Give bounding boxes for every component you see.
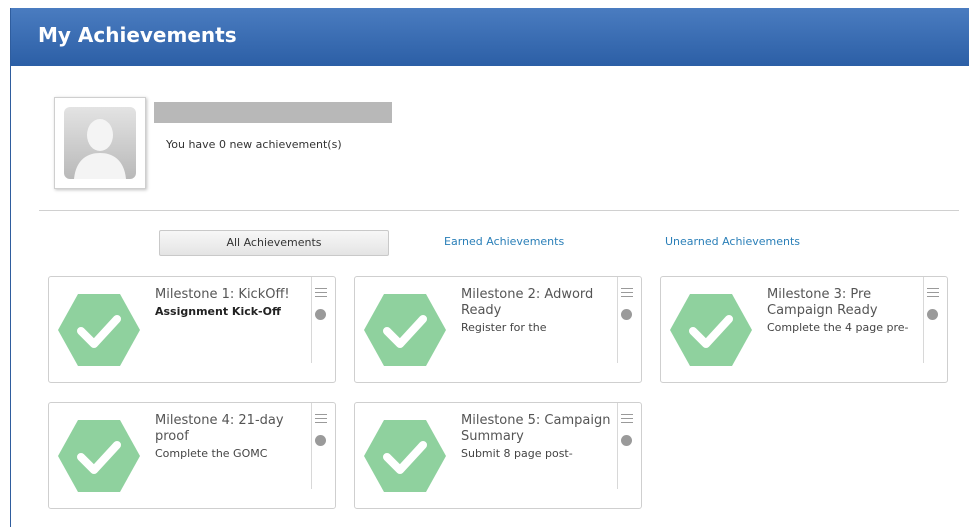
list-icon[interactable] [315, 413, 327, 427]
page-header: My Achievements [11, 8, 969, 66]
card-divider [617, 403, 618, 489]
tab-unearned-achievements[interactable]: Unearned Achievements [665, 230, 800, 254]
list-icon[interactable] [927, 287, 939, 301]
achievement-description: Assignment Kick-Off [155, 305, 281, 318]
achievement-title: Milestone 2: Adword Ready [461, 287, 594, 318]
achievement-card[interactable]: Milestone 2: Adword Ready Register for t… [354, 276, 642, 383]
checkmark-hexagon-icon [364, 420, 446, 492]
achievement-card[interactable]: Milestone 4: 21-day proof Complete the G… [48, 402, 336, 509]
achievement-title: Milestone 5: Campaign Summary [461, 413, 611, 444]
achievement-description: Submit 8 page post- [461, 447, 573, 460]
list-icon[interactable] [621, 413, 633, 427]
achievement-card[interactable]: Milestone 1: KickOff! Assignment Kick-Of… [48, 276, 336, 383]
checkmark-hexagon-icon [364, 294, 446, 366]
user-silhouette-icon [64, 107, 136, 179]
achievement-title: Milestone 3: Pre Campaign Ready [767, 287, 878, 318]
page-title: My Achievements [38, 23, 237, 47]
achievement-description: Complete the GOMC [155, 447, 268, 460]
list-icon[interactable] [315, 287, 327, 301]
achievement-card[interactable]: Milestone 5: Campaign Summary Submit 8 p… [354, 402, 642, 509]
divider [39, 210, 959, 211]
avatar [54, 97, 146, 189]
status-dot-icon [621, 309, 632, 320]
list-icon[interactable] [621, 287, 633, 301]
status-dot-icon [621, 435, 632, 446]
new-achievements-count: You have 0 new achievement(s) [166, 138, 342, 151]
card-divider [311, 403, 312, 489]
achievement-title: Milestone 1: KickOff! [155, 287, 290, 302]
card-divider [311, 277, 312, 363]
achievement-card[interactable]: Milestone 3: Pre Campaign Ready Complete… [660, 276, 948, 383]
achievement-description: Complete the 4 page pre- [767, 321, 909, 334]
tab-earned-achievements[interactable]: Earned Achievements [444, 230, 564, 254]
status-dot-icon [927, 309, 938, 320]
status-dot-icon [315, 435, 326, 446]
tab-all-achievements[interactable]: All Achievements [159, 230, 389, 256]
checkmark-hexagon-icon [58, 294, 140, 366]
card-divider [923, 277, 924, 363]
achievements-panel: My Achievements You have 0 new achieveme… [10, 8, 969, 527]
checkmark-hexagon-icon [670, 294, 752, 366]
status-dot-icon [315, 309, 326, 320]
achievement-description: Register for the [461, 321, 547, 334]
checkmark-hexagon-icon [58, 420, 140, 492]
card-divider [617, 277, 618, 363]
achievement-title: Milestone 4: 21-day proof [155, 413, 284, 444]
redacted-user-name [154, 102, 392, 123]
